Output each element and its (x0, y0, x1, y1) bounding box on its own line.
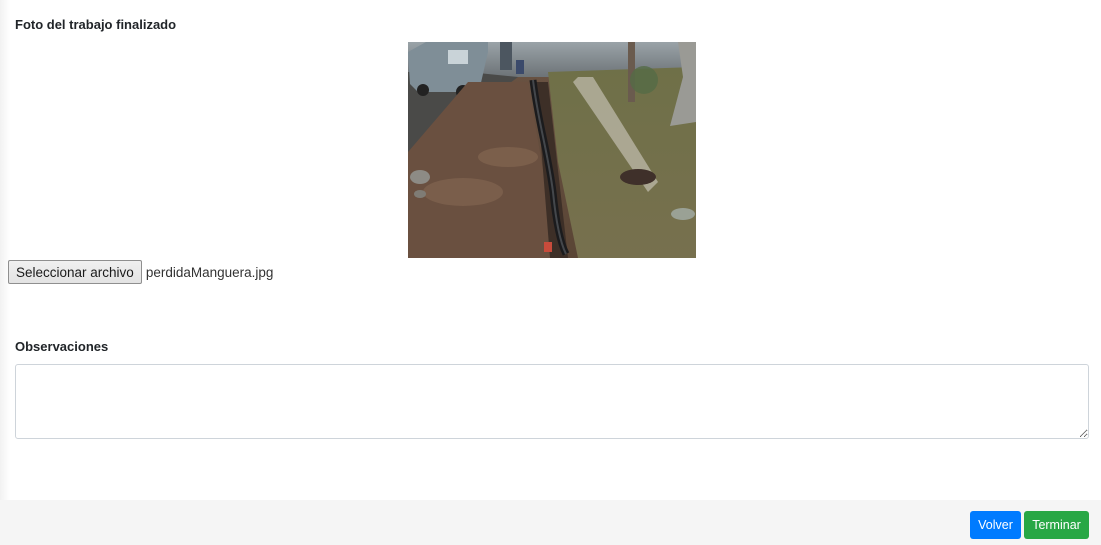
selected-file-name: perdidaManguera.jpg (145, 264, 274, 280)
choose-file-button[interactable]: Seleccionar archivo (8, 260, 142, 284)
footer-bar (0, 500, 1101, 545)
back-button[interactable]: Volver (970, 511, 1021, 539)
photo-section-label: Foto del trabajo finalizado (15, 17, 177, 32)
left-edge-shadow (0, 0, 10, 500)
finished-work-photo (408, 42, 696, 258)
file-upload-row: Seleccionar archivo perdidaManguera.jpg (8, 260, 273, 284)
observations-label: Observaciones (15, 339, 109, 354)
finish-button[interactable]: Terminar (1024, 511, 1089, 539)
photo-image (408, 42, 696, 258)
observations-textarea[interactable] (15, 364, 1089, 439)
